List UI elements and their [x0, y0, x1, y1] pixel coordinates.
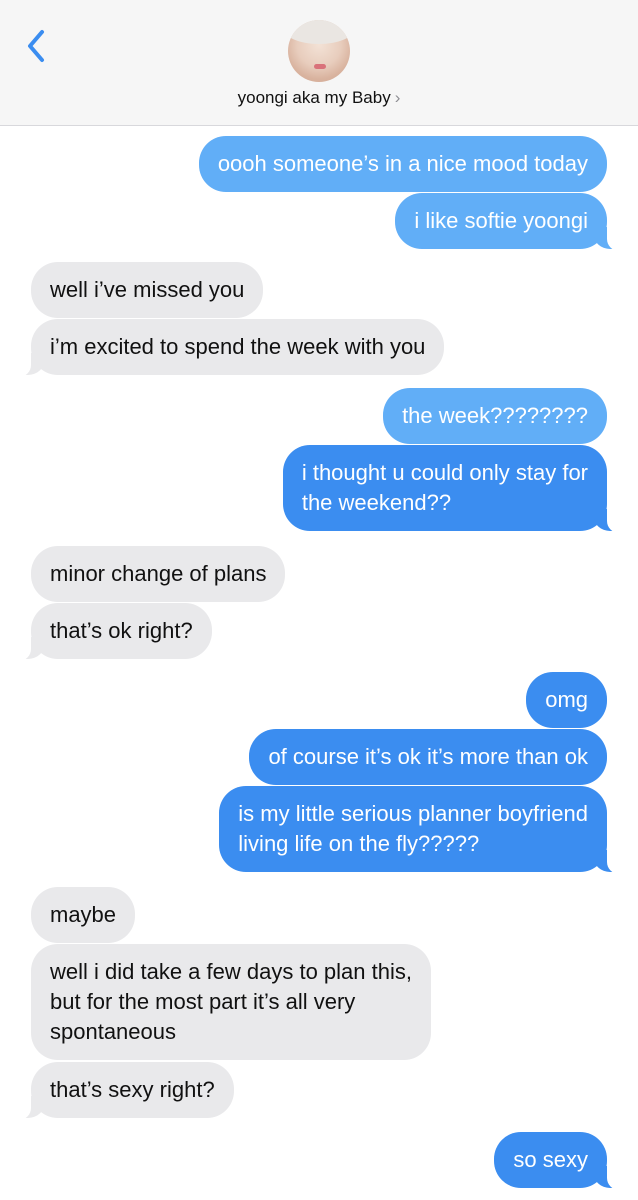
contact-name-button[interactable]: yoongi aka my Baby ›	[0, 88, 638, 108]
outgoing-message[interactable]: so sexy	[494, 1132, 633, 1190]
incoming-message[interactable]: maybe	[31, 887, 136, 943]
incoming-message[interactable]: that’s ok right?	[5, 603, 212, 661]
incoming-message[interactable]: that’s sexy right?	[5, 1062, 234, 1120]
back-button[interactable]	[18, 24, 58, 68]
incoming-message[interactable]: well i’ve missed you	[31, 262, 264, 318]
chevron-right-icon: ›	[394, 88, 401, 107]
conversation-header: yoongi aka my Baby ›	[0, 0, 638, 126]
outgoing-message[interactable]: of course it’s ok it’s more than ok	[249, 729, 607, 785]
outgoing-message[interactable]: i thought u could only stay for the week…	[282, 445, 634, 533]
outgoing-message[interactable]: is my little serious planner boyfriend l…	[219, 786, 633, 874]
outgoing-message[interactable]: i like softie yoongi	[395, 193, 633, 251]
incoming-message[interactable]: i’m excited to spend the week with you	[4, 319, 445, 377]
incoming-message[interactable]: well i did take a few days to plan this,…	[31, 944, 431, 1060]
incoming-message[interactable]: minor change of plans	[31, 546, 286, 602]
contact-name: yoongi aka my Baby	[237, 88, 391, 107]
outgoing-message[interactable]: omg	[526, 672, 607, 728]
outgoing-message[interactable]: oooh someone’s in a nice mood today	[198, 136, 607, 192]
chevron-left-icon	[28, 30, 44, 62]
outgoing-message[interactable]: the week????????	[383, 388, 607, 444]
contact-avatar[interactable]	[288, 20, 350, 82]
